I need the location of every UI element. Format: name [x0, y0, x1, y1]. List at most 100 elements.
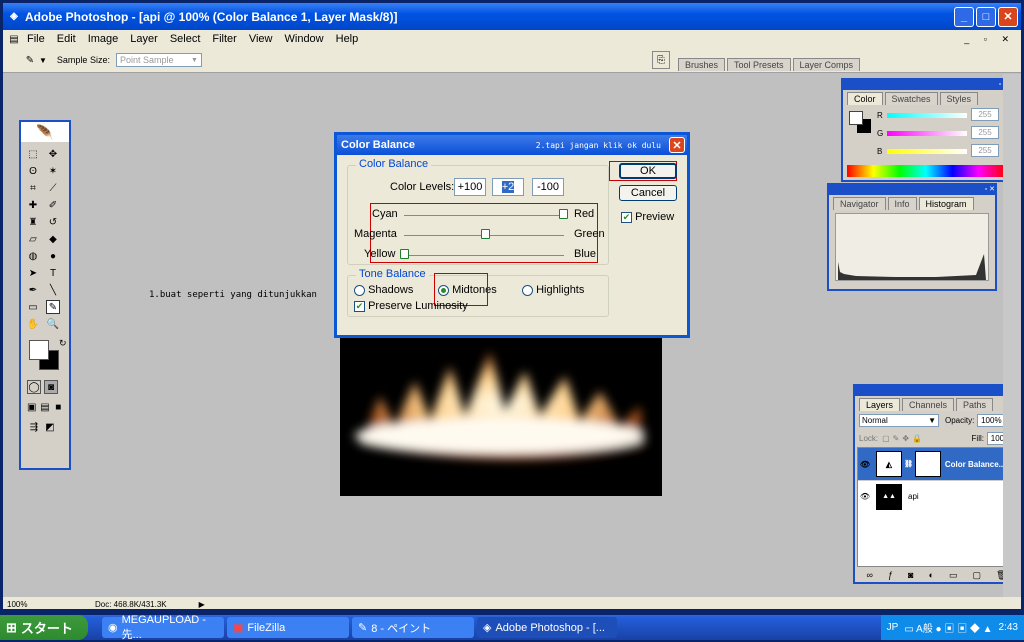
layer-style-icon[interactable]: ƒ: [888, 570, 893, 581]
tab-layer-comps[interactable]: Layer Comps: [792, 58, 861, 71]
language-indicator[interactable]: JP: [887, 622, 899, 633]
menu-file[interactable]: File: [21, 33, 51, 45]
channel-g-slider[interactable]: [887, 131, 967, 136]
preview-checkbox[interactable]: ✔: [621, 211, 632, 223]
eraser-tool-icon[interactable]: ▱: [26, 232, 40, 246]
tone-shadows[interactable]: Shadows: [354, 284, 413, 296]
opacity-input[interactable]: 100%: [977, 414, 1006, 427]
history-brush-icon[interactable]: ↺: [46, 215, 60, 229]
maximize-button[interactable]: □: [976, 6, 996, 27]
eye-icon[interactable]: 👁: [858, 460, 872, 469]
layer-mask-thumbnail[interactable]: [914, 451, 941, 477]
level-yellow-blue-input[interactable]: -100: [532, 178, 564, 196]
tray-icons[interactable]: ▭ A般 ● ▣ ▣ ◆ ▲: [904, 620, 992, 635]
move-tool-icon[interactable]: ✥: [46, 147, 60, 161]
eyedropper-icon[interactable]: ✎: [23, 53, 37, 67]
task-photoshop[interactable]: ◈ Adobe Photoshop - [...: [477, 617, 617, 638]
channel-r-value[interactable]: 255: [971, 108, 999, 121]
preview-option[interactable]: ✔ Preview: [621, 211, 674, 223]
preserve-luminosity[interactable]: ✔ Preserve Luminosity: [354, 300, 468, 312]
tab-channels[interactable]: Channels: [902, 398, 955, 411]
menu-filter[interactable]: Filter: [206, 33, 242, 45]
dialog-close-button[interactable]: ✕: [669, 137, 685, 153]
start-button[interactable]: ⊞ スタート: [0, 615, 88, 640]
menu-layer[interactable]: Layer: [124, 33, 164, 45]
imageready-icon[interactable]: ◩: [43, 420, 57, 434]
brush-tool-icon[interactable]: ✐: [46, 198, 60, 212]
quick-mask-icon[interactable]: ◙: [44, 380, 58, 394]
menu-select[interactable]: Select: [164, 33, 207, 45]
level-cyan-red-input[interactable]: +100: [454, 178, 486, 196]
shadows-radio[interactable]: [354, 284, 365, 296]
close-button[interactable]: ✕: [998, 6, 1018, 27]
highlights-radio[interactable]: [522, 284, 533, 296]
slider-cyan-red-thumb[interactable]: [559, 209, 568, 219]
slider-cyan-red-track[interactable]: [404, 215, 564, 216]
palette-well-icon[interactable]: ⎘: [651, 51, 670, 69]
ok-button[interactable]: OK: [619, 163, 677, 179]
tool-preset-arrow[interactable]: ▼: [39, 56, 47, 65]
tab-paths[interactable]: Paths: [956, 398, 994, 411]
marquee-tool-icon[interactable]: ⬚: [26, 147, 40, 161]
preserve-luminosity-checkbox[interactable]: ✔: [354, 300, 365, 312]
menu-help[interactable]: Help: [330, 33, 365, 45]
histogram-panel-controls[interactable]: ▫ ✕: [985, 185, 995, 195]
channel-r-slider[interactable]: [887, 113, 967, 118]
healing-brush-icon[interactable]: ✚: [26, 198, 40, 212]
feather-logo[interactable]: 🪶: [21, 122, 69, 142]
zoom-level[interactable]: 100%: [7, 600, 43, 609]
blur-tool-icon[interactable]: ◍: [26, 249, 40, 263]
menu-image[interactable]: Image: [82, 33, 125, 45]
task-filezilla[interactable]: ▣ FileZilla: [227, 617, 349, 638]
channel-b-slider[interactable]: [887, 149, 967, 154]
color-ramp[interactable]: [847, 165, 1005, 177]
tab-navigator[interactable]: Navigator: [833, 197, 886, 210]
image-canvas[interactable]: [340, 336, 662, 496]
screen-mode-standard-icon[interactable]: ▣: [26, 400, 37, 414]
magic-wand-icon[interactable]: ✶: [46, 164, 60, 178]
hand-tool-icon[interactable]: ✋: [26, 317, 40, 331]
slider-yellow-blue-thumb[interactable]: [400, 249, 409, 259]
adjustment-layer-button-icon[interactable]: ◐: [928, 570, 933, 581]
type-tool-icon[interactable]: T: [46, 266, 60, 280]
line-tool-icon[interactable]: ╲: [46, 283, 60, 297]
screen-mode-full-black-icon[interactable]: ■: [53, 400, 64, 414]
crop-tool-icon[interactable]: ⌗: [26, 181, 40, 195]
paint-bucket-icon[interactable]: ◆: [46, 232, 60, 246]
color-panel-fg-swatch[interactable]: [849, 111, 863, 125]
slider-magenta-green-thumb[interactable]: [481, 229, 490, 239]
lasso-tool-icon[interactable]: ʘ: [26, 164, 40, 178]
channel-b-value[interactable]: 255: [971, 144, 999, 157]
blend-mode-select[interactable]: Normal ▼: [859, 414, 939, 427]
new-group-icon[interactable]: ▭: [949, 570, 958, 581]
cancel-button[interactable]: Cancel: [619, 185, 677, 201]
tab-tool-presets[interactable]: Tool Presets: [726, 58, 791, 71]
minimize-button[interactable]: _: [954, 6, 974, 27]
notes-tool-icon[interactable]: ▭: [26, 300, 40, 314]
menu-view[interactable]: View: [243, 33, 279, 45]
tab-styles[interactable]: Styles: [939, 92, 979, 105]
jump-to-imageready-icon[interactable]: ⇶: [27, 420, 41, 434]
tab-color[interactable]: Color: [847, 92, 883, 105]
tab-info[interactable]: Info: [887, 197, 917, 210]
channel-g-value[interactable]: 255: [971, 126, 999, 139]
menu-window[interactable]: Window: [279, 33, 330, 45]
task-megaupload[interactable]: ◉ MEGAUPLOAD - 先...: [102, 614, 224, 641]
lock-icons[interactable]: ▢✎✥🔒: [882, 434, 925, 443]
eyedropper-tool-icon[interactable]: ✎: [46, 300, 60, 314]
menu-edit[interactable]: Edit: [51, 33, 82, 45]
doc-window-controls[interactable]: _ ▫ ✕: [958, 34, 1021, 45]
dodge-tool-icon[interactable]: ●: [46, 249, 60, 263]
foreground-color-swatch[interactable]: [29, 340, 49, 360]
tab-histogram[interactable]: Histogram: [918, 197, 974, 210]
swap-colors-icon[interactable]: ↻: [59, 338, 67, 349]
path-select-icon[interactable]: ➤: [26, 266, 40, 280]
layer-row[interactable]: 👁 ▲▲ api: [858, 480, 1016, 512]
link-layers-icon[interactable]: ∞: [867, 570, 873, 581]
zoom-tool-icon[interactable]: 🔍: [46, 317, 60, 331]
new-layer-icon[interactable]: ▢: [973, 570, 982, 581]
sample-size-select[interactable]: Point Sample ▼: [115, 53, 202, 67]
slice-tool-icon[interactable]: ⟋: [46, 181, 60, 195]
clone-stamp-icon[interactable]: ♜: [26, 215, 40, 229]
layer-row[interactable]: 👁 ◭ ⛓ Color Balance...: [858, 448, 1016, 480]
